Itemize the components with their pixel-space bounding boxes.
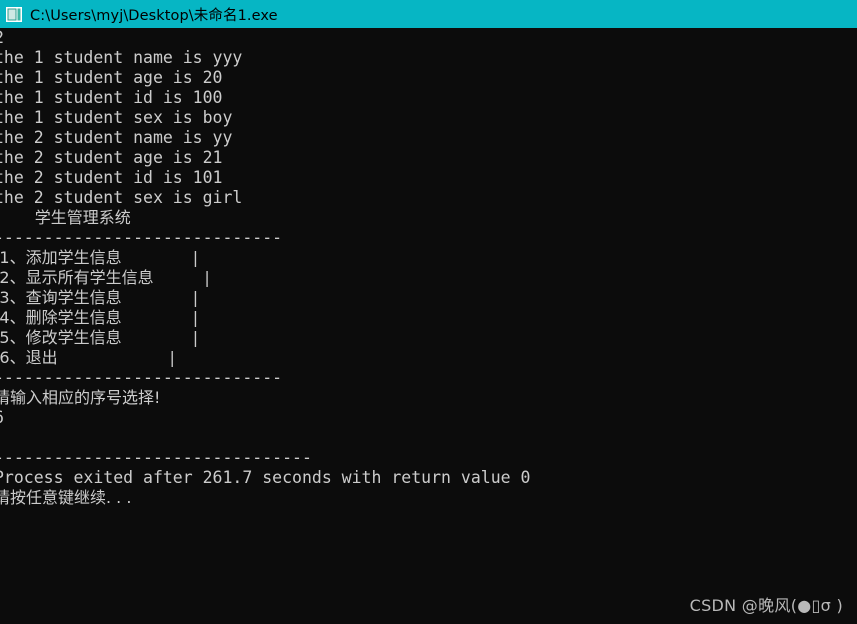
csdn-watermark: CSDN @晚风(●▯σ ) xyxy=(689,596,843,615)
console-line: |5、修改学生信息 | xyxy=(0,328,199,347)
console-line: -------------------------------- xyxy=(0,448,312,467)
console-line: |1、添加学生信息 | xyxy=(0,248,199,267)
console-line: the 2 student sex is girl xyxy=(0,188,243,207)
console-line: |4、删除学生信息 | xyxy=(0,308,199,327)
console-line: 请输入相应的序号选择! xyxy=(0,388,161,407)
console-line: 请按任意键继续. . . xyxy=(0,488,132,507)
console-line: ----------------------------- xyxy=(0,228,283,247)
console-window-icon xyxy=(6,6,22,22)
console-line: |2、显示所有学生信息 | xyxy=(0,268,210,287)
window-titlebar[interactable]: C:\Users\myj\Desktop\未命名1.exe xyxy=(0,0,857,28)
console-line: 学生管理系统 xyxy=(0,208,131,227)
console-line: |6、退出 | xyxy=(0,348,175,367)
window-title-text: C:\Users\myj\Desktop\未命名1.exe xyxy=(30,7,278,24)
console-line: the 1 student name is yyy xyxy=(0,48,243,67)
console-line: ----------------------------- xyxy=(0,368,283,387)
console-line: 2 xyxy=(0,28,857,48)
console-line: the 1 student age is 20 xyxy=(0,68,223,87)
console-line: the 2 student age is 21 xyxy=(0,148,223,167)
console-line: |3、查询学生信息 | xyxy=(0,288,199,307)
console-line: 6 xyxy=(0,408,857,428)
console-screen: 2the 1 student name is yyythe 1 student … xyxy=(0,28,857,508)
console-line: Process exited after 261.7 seconds with … xyxy=(0,468,531,487)
console-output-area[interactable]: 2the 1 student name is yyythe 1 student … xyxy=(0,28,857,624)
console-line: the 2 student id is 101 xyxy=(0,168,223,187)
console-line: the 1 student sex is boy xyxy=(0,108,233,127)
console-line: the 1 student id is 100 xyxy=(0,88,223,107)
console-line: the 2 student name is yy xyxy=(0,128,233,147)
